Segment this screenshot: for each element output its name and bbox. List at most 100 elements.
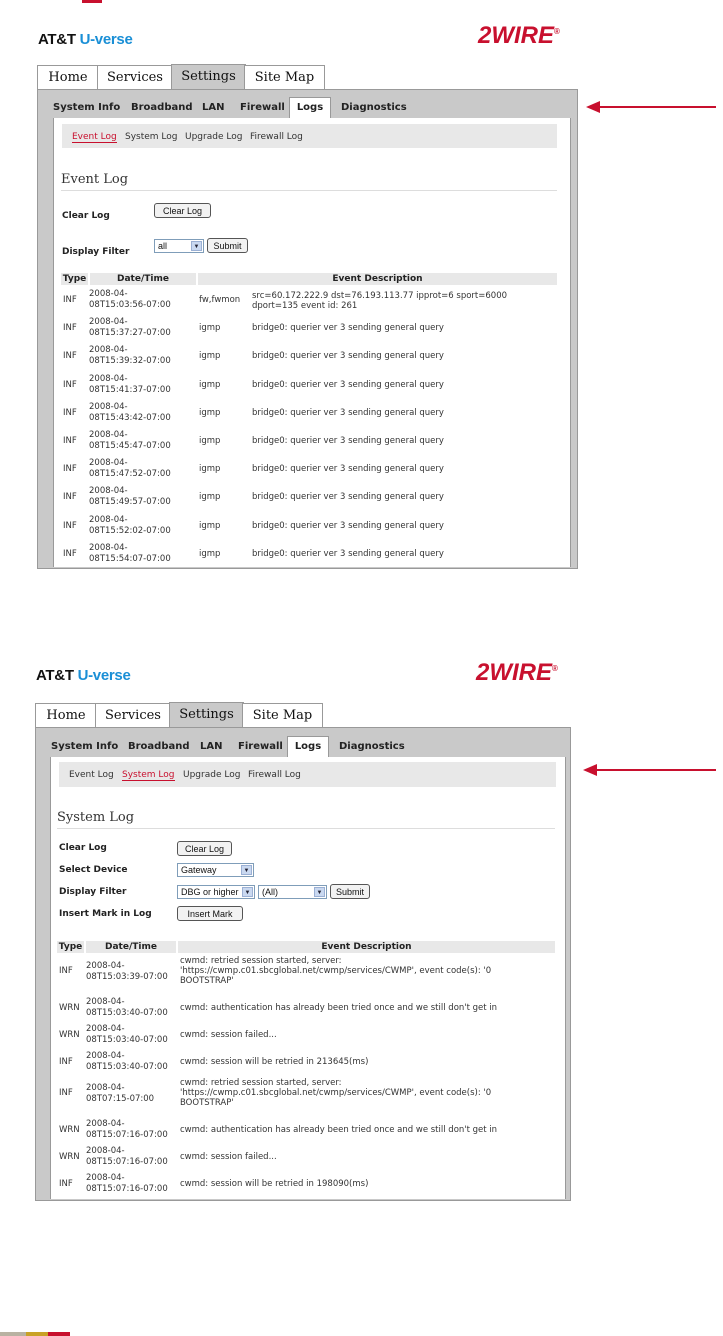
- event-row-source: igmp: [199, 408, 221, 418]
- event-row-time: 08T15:39:32-07:00: [89, 356, 171, 366]
- chevron-down-icon: ▼: [241, 865, 252, 875]
- insert-mark-button[interactable]: Insert Mark: [177, 906, 243, 921]
- 2wire-logo: 2WIRE®: [478, 22, 560, 50]
- event-row-date: 2008-04-: [89, 374, 128, 384]
- 2wire-logo-text-2: 2WIRE: [476, 659, 553, 686]
- subtab-lan[interactable]: LAN: [202, 102, 224, 113]
- event-row-time: 08T15:52:02-07:00: [89, 526, 171, 536]
- tab-home-2[interactable]: Home: [35, 703, 97, 728]
- logtab-upgrade-log-2[interactable]: Upgrade Log: [183, 770, 240, 780]
- event-row-time: 08T15:54:07-07:00: [89, 554, 171, 564]
- system-row-date: 2008-04-: [86, 1173, 125, 1183]
- event-row-description: bridge0: querier ver 3 sending general q…: [252, 408, 444, 418]
- chevron-down-icon: ▼: [191, 241, 202, 251]
- top-accent-mark: [82, 0, 102, 3]
- subtab-logs[interactable]: Logs: [289, 97, 331, 119]
- event-row-description: bridge0: querier ver 3 sending general q…: [252, 323, 444, 333]
- att-uverse-logo: AT&T U-verse: [38, 31, 133, 48]
- clear-log-label: Clear Log: [62, 211, 110, 221]
- subtab-firewall[interactable]: Firewall: [240, 102, 285, 113]
- logtab-firewall-log[interactable]: Firewall Log: [250, 132, 303, 142]
- col-datetime-2: Date/Time: [86, 941, 176, 953]
- display-filter-select[interactable]: all ▼: [154, 239, 204, 253]
- subtab-broadband-2[interactable]: Broadband: [128, 741, 190, 752]
- tab-services[interactable]: Services: [97, 65, 173, 90]
- event-row-description: bridge0: querier ver 3 sending general q…: [252, 492, 444, 502]
- log-type-tabs: Event Log System Log Upgrade Log Firewal…: [62, 124, 557, 148]
- system-row-description: cwmd: authentication has already been tr…: [180, 1003, 498, 1013]
- clear-log-label-2: Clear Log: [59, 843, 107, 853]
- callout-arrow-line: [596, 106, 716, 108]
- event-row-date: 2008-04-: [89, 486, 128, 496]
- submit-button[interactable]: Submit: [207, 238, 248, 253]
- tab-settings[interactable]: Settings: [171, 64, 246, 90]
- title-divider: [61, 190, 557, 191]
- display-filter-select-2[interactable]: DBG or higher ▼: [177, 885, 255, 899]
- tab-home[interactable]: Home: [37, 65, 99, 90]
- event-row-date: 2008-04-: [89, 345, 128, 355]
- display-filter-label-2: Display Filter: [59, 887, 127, 897]
- subtab-system-info-2[interactable]: System Info: [51, 741, 118, 752]
- col-type: Type: [61, 273, 88, 285]
- clear-log-button-2[interactable]: Clear Log: [177, 841, 232, 856]
- chevron-down-icon: ▼: [314, 887, 325, 897]
- system-row-time: 08T15:03:40-07:00: [86, 1035, 168, 1045]
- select-device-label: Select Device: [59, 865, 128, 875]
- subtab-firewall-2[interactable]: Firewall: [238, 741, 283, 752]
- subtab-logs-2[interactable]: Logs: [287, 736, 329, 758]
- submit-button-2[interactable]: Submit: [330, 884, 370, 899]
- subtab-lan-2[interactable]: LAN: [200, 741, 222, 752]
- event-row-time: 08T15:41:37-07:00: [89, 385, 171, 395]
- col-description: Event Description: [198, 273, 557, 285]
- logtab-system-log-2[interactable]: System Log: [122, 770, 175, 781]
- system-row-type: WRN: [59, 1125, 80, 1135]
- event-row-source: fw,fwmon: [199, 295, 241, 305]
- subtab-broadband[interactable]: Broadband: [131, 102, 193, 113]
- event-row-description: bridge0: querier ver 3 sending general q…: [252, 521, 444, 531]
- logtab-firewall-log-2[interactable]: Firewall Log: [248, 770, 301, 780]
- subtab-diagnostics[interactable]: Diagnostics: [341, 102, 407, 113]
- facility-filter-select[interactable]: (All) ▼: [258, 885, 327, 899]
- subtab-diagnostics-2[interactable]: Diagnostics: [339, 741, 405, 752]
- logo-uverse-text: U-verse: [79, 31, 133, 48]
- subtab-system-info[interactable]: System Info: [53, 102, 120, 113]
- clear-log-button[interactable]: Clear Log: [154, 203, 211, 218]
- system-row-type: WRN: [59, 1003, 80, 1013]
- logtab-upgrade-log[interactable]: Upgrade Log: [185, 132, 242, 142]
- event-row-description: bridge0: querier ver 3 sending general q…: [252, 380, 444, 390]
- event-row-time: 08T15:03:56-07:00: [89, 300, 171, 310]
- system-row-date: 2008-04-: [86, 961, 125, 971]
- logtab-event-log-2[interactable]: Event Log: [69, 770, 114, 780]
- event-row-source: igmp: [199, 380, 221, 390]
- tab-site-map[interactable]: Site Map: [244, 65, 325, 90]
- system-row-description: cwmd: session will be retried in 213645(…: [180, 1057, 369, 1067]
- system-row-description: cwmd: retried session started, server:: [180, 956, 342, 966]
- footer-strip-gray: [0, 1332, 26, 1336]
- registered-mark-2: ®: [552, 664, 558, 673]
- log-type-tabs-2: Event Log System Log Upgrade Log Firewal…: [59, 762, 556, 787]
- col-type-2: Type: [57, 941, 84, 953]
- logtab-event-log[interactable]: Event Log: [72, 132, 117, 143]
- system-row-description: BOOTSTRAP': [180, 976, 234, 986]
- select-device-value: Gateway: [181, 865, 217, 875]
- system-row-type: INF: [59, 1179, 73, 1189]
- tab-settings-2[interactable]: Settings: [169, 702, 244, 728]
- col-description-2: Event Description: [178, 941, 555, 953]
- system-row-description: cwmd: session failed...: [180, 1152, 277, 1162]
- logtab-system-log[interactable]: System Log: [125, 132, 178, 142]
- event-row-description: bridge0: querier ver 3 sending general q…: [252, 464, 444, 474]
- select-device-select[interactable]: Gateway ▼: [177, 863, 254, 877]
- system-row-type: INF: [59, 1057, 73, 1067]
- event-row-date: 2008-04-: [89, 458, 128, 468]
- event-row-date: 2008-04-: [89, 402, 128, 412]
- tab-services-2[interactable]: Services: [95, 703, 171, 728]
- logo-att-text-2: AT&T: [36, 667, 74, 684]
- system-row-time: 08T07:15-07:00: [86, 1094, 155, 1104]
- system-row-time: 08T15:03:40-07:00: [86, 1062, 168, 1072]
- system-row-description: 'https://cwmp.c01.sbcglobal.net/cwmp/ser…: [180, 1088, 492, 1098]
- event-row-time: 08T15:49:57-07:00: [89, 497, 171, 507]
- tab-site-map-2[interactable]: Site Map: [242, 703, 323, 728]
- event-row-time: 08T15:45:47-07:00: [89, 441, 171, 451]
- page-title-2: System Log: [57, 810, 135, 825]
- logo-att-text: AT&T: [38, 31, 76, 48]
